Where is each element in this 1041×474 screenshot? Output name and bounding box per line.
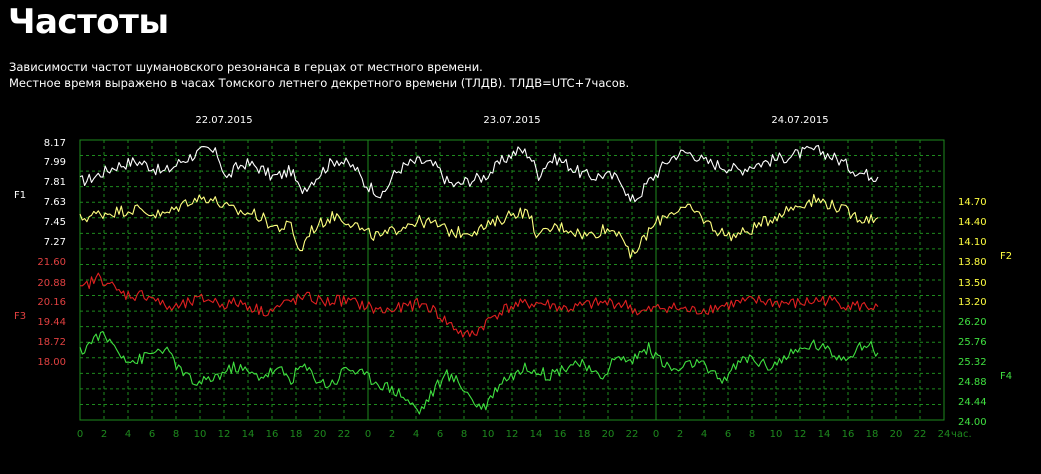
x-tick-label: 0 [365, 429, 371, 440]
x-tick-label: 18 [290, 429, 303, 440]
x-unit-label: час. [951, 429, 972, 440]
x-tick-label: 0 [77, 429, 83, 440]
y-tick-f3: 18.72 [37, 337, 66, 348]
x-tick-label: 18 [866, 429, 879, 440]
date-label: 23.07.2015 [483, 115, 540, 126]
x-tick-label: 14 [530, 429, 543, 440]
y-tick-f2: 13.80 [958, 257, 987, 268]
y-tick-f4: 26.20 [958, 317, 987, 328]
x-tick-label: 16 [266, 429, 279, 440]
x-tick-label: 20 [602, 429, 615, 440]
y-tick-f4: 24.88 [958, 377, 987, 388]
x-tick-label: 12 [794, 429, 807, 440]
x-tick-label: 6 [437, 429, 443, 440]
y-tick-f2: 13.50 [958, 278, 987, 289]
x-tick-label: 2 [101, 429, 107, 440]
x-tick-label: 8 [461, 429, 467, 440]
y-tick-f1: 8.17 [44, 138, 66, 149]
y-tick-f3: 20.16 [37, 297, 66, 308]
y-tick-f1: 7.45 [44, 217, 66, 228]
y-tick-f4: 25.32 [958, 357, 987, 368]
x-tick-label: 16 [554, 429, 567, 440]
x-tick-label: 16 [842, 429, 855, 440]
axis-label-f1: F1 [14, 190, 26, 201]
y-tick-f4: 24.44 [958, 397, 987, 408]
x-tick-label: 0 [653, 429, 659, 440]
y-tick-f3: 21.60 [37, 257, 66, 268]
y-tick-f3: 20.88 [37, 278, 66, 289]
x-tick-label: 20 [890, 429, 903, 440]
x-tick-label: 22 [338, 429, 351, 440]
x-tick-label: 2 [389, 429, 395, 440]
y-tick-f3: 19.44 [37, 317, 66, 328]
x-tick-label: 12 [218, 429, 231, 440]
x-tick-label: 24 [938, 429, 951, 440]
date-label: 24.07.2015 [771, 115, 828, 126]
date-label: 22.07.2015 [195, 115, 252, 126]
y-tick-f2: 14.10 [958, 237, 987, 248]
series-line-f4 [79, 330, 879, 415]
y-tick-f1: 7.27 [44, 237, 66, 248]
x-tick-label: 22 [626, 429, 639, 440]
axis-label-f2: F2 [1000, 251, 1012, 262]
y-tick-f2: 14.70 [958, 197, 987, 208]
x-tick-label: 10 [194, 429, 207, 440]
x-tick-label: 10 [770, 429, 783, 440]
x-tick-label: 18 [578, 429, 591, 440]
x-tick-label: 4 [701, 429, 707, 440]
axis-label-f4: F4 [1000, 371, 1012, 382]
y-tick-f4: 25.76 [958, 337, 987, 348]
x-tick-label: 4 [413, 429, 419, 440]
y-tick-f3: 18.00 [37, 357, 66, 368]
x-tick-label: 8 [749, 429, 755, 440]
x-tick-label: 8 [173, 429, 179, 440]
y-tick-f2: 13.20 [958, 297, 987, 308]
y-tick-f4: 24.00 [958, 417, 987, 428]
x-tick-label: 2 [677, 429, 683, 440]
x-tick-label: 14 [242, 429, 255, 440]
x-tick-label: 10 [482, 429, 495, 440]
x-tick-label: 20 [314, 429, 327, 440]
y-tick-f1: 7.63 [44, 197, 66, 208]
axis-label-f3: F3 [14, 311, 26, 322]
x-tick-label: 14 [818, 429, 831, 440]
x-tick-label: 12 [506, 429, 519, 440]
y-tick-f2: 14.40 [958, 217, 987, 228]
x-tick-label: 4 [125, 429, 131, 440]
x-tick-label: 6 [725, 429, 731, 440]
y-tick-f1: 7.99 [44, 157, 66, 168]
schumann-frequency-chart: 22.07.2015 23.07.2015 24.07.20150 2 4 6 8 10 12 1… [14, 115, 1012, 440]
x-tick-label: 22 [914, 429, 927, 440]
y-tick-f1: 7.81 [44, 177, 66, 188]
x-tick-label: 6 [149, 429, 155, 440]
